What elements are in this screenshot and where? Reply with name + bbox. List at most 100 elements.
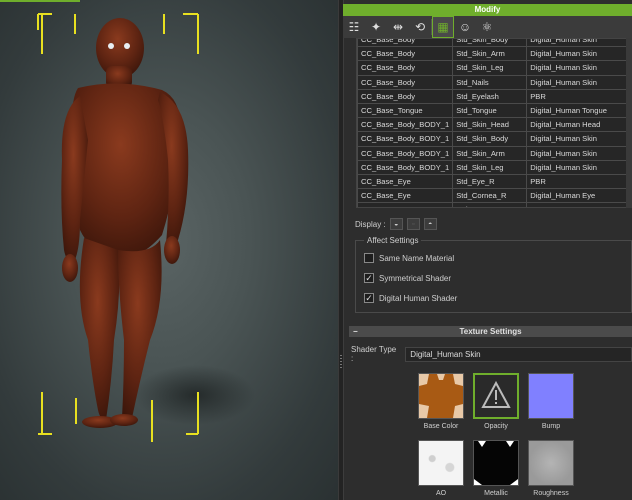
display-row: Display : ◒ ▫ ◓ — [355, 218, 437, 230]
splitter-handle[interactable] — [340, 355, 342, 369]
material-name-cell: Std_Eye_L — [452, 202, 528, 207]
digital-human-shader-option[interactable]: ✓ Digital Human Shader — [364, 293, 457, 303]
material-table[interactable]: CC_Base_Body Std_Skin_Body Digital_Human S… — [356, 38, 632, 208]
base-color-slot[interactable]: Base Color — [418, 373, 464, 430]
display-mode-3-button[interactable]: ◓ — [423, 218, 437, 230]
base-color-thumbnail[interactable] — [418, 373, 464, 419]
opacity-thumbnail[interactable] — [473, 373, 519, 419]
shader-type-dropdown[interactable]: Digital_Human Skin — [405, 346, 632, 362]
character-model[interactable] — [0, 0, 338, 500]
left-eye — [108, 43, 114, 49]
shader-cell: Digital_Human Skin — [526, 46, 629, 62]
material-name-cell: Std_Skin_Arm — [452, 145, 528, 161]
material-name-cell: Std_Skin_Leg — [452, 159, 528, 175]
right-eye — [124, 43, 130, 49]
symmetrical-shader-option[interactable]: ✓ Symmetrical Shader — [364, 273, 451, 283]
pose-tab-button[interactable]: ✦ — [365, 16, 387, 38]
shader-type-row: Shader Type : Digital_Human Skin — [351, 345, 632, 363]
collapse-icon[interactable]: − — [353, 326, 358, 337]
shader-cell: PBR — [526, 202, 629, 207]
bump-thumbnail[interactable] — [528, 373, 574, 419]
atom-icon: ⚛ — [481, 20, 493, 34]
metallic-map-icon — [474, 441, 518, 485]
pose-icon: ✦ — [370, 20, 382, 34]
material-name-cell: Std_Eyelash — [452, 88, 528, 104]
sliders-tab-button[interactable]: ☷ — [343, 16, 365, 38]
table-row[interactable]: CC_Base_Body Std_Skin_Body Digital_Human S… — [357, 39, 629, 48]
mesh-name-cell: CC_Base_Tongue — [357, 102, 454, 119]
mesh-name-cell: CC_Base_Body — [357, 74, 454, 90]
material-table-grid[interactable]: CC_Base_Body Std_Skin_Body Digital_Human S… — [357, 39, 629, 207]
table-row[interactable]: CC_Base_Body Std_Skin_Arm Digital_Human Sk… — [357, 46, 629, 62]
affect-settings-title: Affect Settings — [364, 236, 422, 245]
symmetrical-shader-checkbox[interactable]: ✓ — [364, 273, 374, 283]
table-row[interactable]: CC_Base_Eye Std_Cornea_R Digital_Human Eye — [357, 188, 629, 204]
table-row[interactable]: CC_Base_Tongue Std_Tongue Digital_Human To… — [357, 102, 629, 119]
mesh-name-cell: CC_Base_Body_BODY_1 — [357, 131, 454, 147]
table-row[interactable]: CC_Base_Body_BODY_1 Std_Skin_Arm Digital_H… — [357, 145, 629, 161]
texture-settings-header[interactable]: − Texture Settings — [349, 326, 632, 337]
material-name-cell: Std_Skin_Arm — [452, 46, 528, 62]
table-row[interactable]: CC_Base_Body_BODY_1 Std_Skin_Body Digital_… — [357, 131, 629, 147]
mesh-name-cell: CC_Base_Body — [357, 60, 454, 76]
material-icon: ▦ — [437, 20, 449, 34]
3d-viewport[interactable] — [0, 0, 338, 500]
warning-icon — [475, 375, 517, 417]
ao-label: AO — [435, 490, 447, 497]
head-tab-button[interactable]: ☺ — [454, 16, 476, 38]
base-color-label: Base Color — [423, 423, 459, 430]
material-name-cell: Std_Skin_Head — [452, 117, 528, 133]
metallic-label: Metallic — [484, 490, 508, 497]
shader-cell: Digital_Human Eye — [526, 188, 629, 204]
display-label: Display : — [355, 219, 386, 229]
opacity-slot[interactable]: Opacity — [473, 373, 519, 430]
material-tab-button[interactable]: ▦ — [432, 16, 454, 38]
table-row[interactable]: CC_Base_Body_BODY_1 Std_Skin_Head Digital_… — [357, 117, 629, 133]
morph-tab-button[interactable]: ⇹ — [387, 16, 409, 38]
table-row[interactable]: CC_Base_Body_BODY_1 Std_Skin_Leg Digital_H… — [357, 159, 629, 175]
same-name-material-option[interactable]: Same Name Material — [364, 253, 454, 263]
digital-human-shader-checkbox[interactable]: ✓ — [364, 293, 374, 303]
shader-cell: Digital_Human Skin — [526, 159, 629, 175]
table-row[interactable]: CC_Base_Body Std_Eyelash PBR — [357, 88, 629, 104]
sliders-icon: ☷ — [348, 20, 360, 34]
roughness-thumbnail[interactable] — [528, 440, 574, 486]
shader-cell: PBR — [526, 88, 629, 104]
table-scrollbar[interactable] — [626, 38, 632, 208]
texture-settings-title: Texture Settings — [459, 327, 522, 336]
shader-cell: Digital_Human Head — [526, 117, 629, 133]
motion-tab-button[interactable]: ⟲ — [409, 16, 431, 38]
character-body — [61, 18, 189, 428]
shader-type-label: Shader Type : — [351, 345, 397, 363]
symmetrical-shader-label: Symmetrical Shader — [379, 273, 452, 283]
roughness-label: Roughness — [533, 490, 569, 497]
head-icon: ☺ — [458, 20, 472, 34]
metallic-thumbnail[interactable] — [473, 440, 519, 486]
mesh-name-cell: CC_Base_Body — [357, 39, 454, 48]
table-row[interactable]: CC_Base_EyeStd_Eye_LPBR — [357, 202, 629, 207]
opacity-label: Opacity — [484, 423, 508, 430]
table-row[interactable]: CC_Base_Body Std_Nails Digital_Human Skin — [357, 74, 629, 90]
display-mode-2-button[interactable]: ▫ — [406, 218, 420, 230]
shader-cell: Digital_Human Skin — [526, 39, 629, 48]
table-row[interactable]: CC_Base_Body Std_Skin_Leg Digital_Human Sk… — [357, 60, 629, 76]
shader-cell: Digital_Human Skin — [526, 74, 629, 90]
same-name-material-checkbox[interactable] — [364, 253, 374, 263]
bump-slot[interactable]: Bump — [528, 373, 574, 430]
shader-cell: Digital_Human Skin — [526, 145, 629, 161]
material-name-cell: Std_Skin_Body — [452, 39, 528, 48]
material-name-cell: Std_Skin_Body — [452, 131, 528, 147]
material-name-cell: Std_Cornea_R — [452, 188, 528, 204]
affect-settings-group: Affect Settings Same Name Material ✓ Sym… — [355, 236, 632, 313]
bump-label: Bump — [541, 423, 561, 430]
ao-thumbnail[interactable] — [418, 440, 464, 486]
modify-panel: Modify ☷ ✦ ⇹ ⟲ ▦ ☺ ⚛ CC_Base_Body Std_Skin_Body… — [343, 0, 632, 500]
display-mode-1-button[interactable]: ◒ — [389, 218, 403, 230]
atom-tab-button[interactable]: ⚛ — [476, 16, 498, 38]
mesh-name-cell: CC_Base_Eye — [357, 173, 454, 190]
table-row[interactable]: CC_Base_Eye Std_Eye_R PBR — [357, 173, 629, 190]
roughness-slot[interactable]: Roughness — [528, 440, 574, 497]
ao-slot[interactable]: AO — [418, 440, 464, 497]
shader-cell: PBR — [526, 173, 629, 190]
metallic-slot[interactable]: Metallic — [473, 440, 519, 497]
